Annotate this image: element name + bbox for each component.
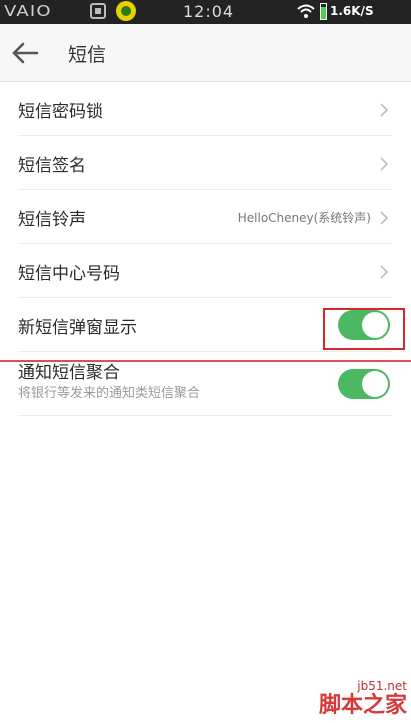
sms-center-number-row[interactable]: 短信中心号码 [18,244,393,298]
sms-ringtone-row[interactable]: 短信铃声 HelloCheney(系统铃声) [18,190,393,244]
settings-list: 短信密码锁 短信签名 短信铃声 HelloCheney(系统铃声) 短信中心号码… [0,82,411,416]
sms-signature-row[interactable]: 短信签名 [18,136,393,190]
status-bar: VAIO 12:04 1.6K/S [0,0,411,24]
watermark: jb51.net 脚本之家 [291,663,411,723]
row-label: 短信签名 [18,156,86,176]
annotation-line [0,360,411,362]
page-title: 短信 [68,44,107,66]
chevron-right-icon [380,265,389,279]
status-time: 12:04 [183,2,235,21]
row-label: 新短信弹窗显示 [18,318,137,338]
row-label: 短信中心号码 [18,264,120,284]
highlight-box [323,308,405,350]
ringtone-value: HelloCheney(系统铃声) [237,211,371,225]
toggle-knob [362,371,388,397]
back-button[interactable] [10,38,42,68]
app-notification-icon [116,1,136,21]
notification-sms-aggregate-toggle[interactable] [338,369,390,399]
battery-icon [320,3,327,20]
status-brand: VAIO [4,2,52,20]
row-label: 短信密码锁 [18,102,103,122]
chevron-right-icon [380,157,389,171]
network-speed: 1.6K/S [330,4,374,18]
notification-icon [90,3,106,19]
watermark-name: 脚本之家 [318,693,407,718]
arrow-left-icon [12,42,39,64]
chevron-right-icon [380,103,389,117]
app-header: 短信 [0,24,411,82]
wifi-icon [297,4,315,18]
chevron-right-icon [380,211,389,225]
row-description: 将银行等发来的通知类短信聚合 [18,386,201,401]
row-label: 短信铃声 [18,210,86,230]
sms-password-lock-row[interactable]: 短信密码锁 [18,82,393,136]
